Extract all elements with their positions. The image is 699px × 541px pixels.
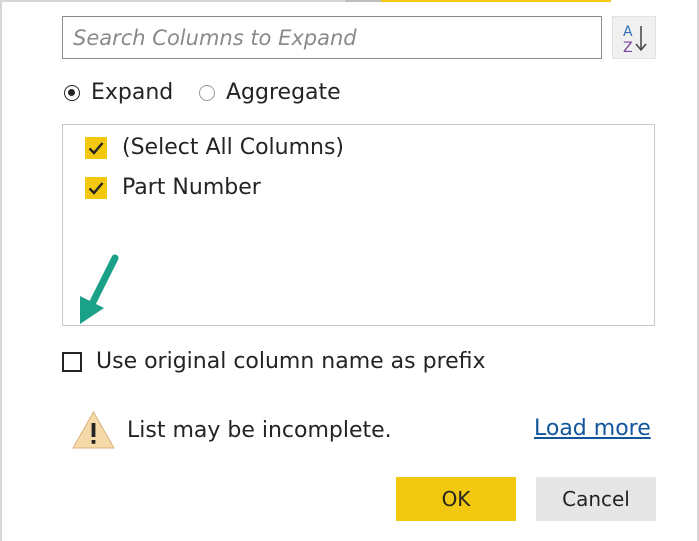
window-top-accent <box>381 0 611 2</box>
part-number-checkbox[interactable] <box>85 176 107 199</box>
load-more-link[interactable]: Load more <box>534 416 651 441</box>
cancel-button[interactable]: Cancel <box>536 477 656 521</box>
warning-icon <box>72 410 115 449</box>
sort-glyph-a: A <box>623 24 633 40</box>
sort-az-icon: A Z <box>623 24 647 56</box>
window-top-edge <box>0 0 345 2</box>
ok-button[interactable]: OK <box>396 477 516 521</box>
window-top-edge-segment <box>345 0 381 2</box>
sort-az-button[interactable]: A Z <box>612 16 656 59</box>
aggregate-radio[interactable] <box>199 84 215 101</box>
aggregate-label: Aggregate <box>226 80 341 105</box>
warning-text: List may be incomplete. <box>127 417 392 443</box>
expand-columns-dialog: A Z Expand Aggregate (Select All Columns… <box>0 0 699 541</box>
expand-label: Expand <box>91 80 174 105</box>
sort-glyph-z: Z <box>623 40 633 56</box>
window-left-edge <box>0 0 2 541</box>
select-all-label: (Select All Columns) <box>122 135 345 160</box>
select-all-checkbox[interactable] <box>85 136 107 159</box>
part-number-label: Part Number <box>122 175 261 200</box>
aggregate-radio-option[interactable]: Aggregate <box>199 80 341 105</box>
prefix-label: Use original column name as prefix <box>96 349 486 374</box>
checkmark-icon <box>88 141 104 155</box>
search-columns-input[interactable] <box>62 16 602 59</box>
prefix-checkbox[interactable] <box>62 351 82 372</box>
green-arrow-annotation <box>80 254 119 324</box>
column-list: (Select All Columns) Part Number <box>62 124 655 326</box>
expand-radio[interactable] <box>64 84 80 101</box>
warning-message: List may be incomplete. <box>71 410 392 450</box>
expand-radio-option[interactable]: Expand <box>64 80 173 105</box>
prefix-option[interactable]: Use original column name as prefix <box>62 349 486 374</box>
checkmark-icon <box>88 181 104 195</box>
list-item-part-number[interactable]: Part Number <box>85 175 261 200</box>
list-item-select-all[interactable]: (Select All Columns) <box>85 135 344 160</box>
